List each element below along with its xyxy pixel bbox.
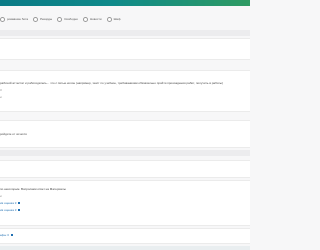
section-link[interactable]: ия оценка 3 <box>0 208 21 212</box>
radio-icon[interactable] <box>57 16 63 22</box>
filter-option-5[interactable]: Шаф <box>106 16 121 22</box>
section-text: рабочий аттестат и работодатель... что с… <box>0 81 223 85</box>
top-accent-bar <box>0 0 250 6</box>
section-link-label[interactable]: ия оценка 3 <box>0 208 16 212</box>
section-panel: ройдите от хочется <box>0 120 250 148</box>
empty-panel <box>0 160 250 178</box>
radio-icon[interactable] <box>0 16 5 22</box>
section-count: 3 <box>0 88 2 92</box>
section-panel: ефы 3 <box>0 228 250 244</box>
filter-option-2[interactable]: Рекорды <box>33 16 53 22</box>
section-item[interactable]: и <box>0 95 2 99</box>
flag-icon <box>18 209 21 212</box>
filter-option-3[interactable]: Свободно <box>57 16 78 22</box>
section-link-label[interactable]: ия оценка 3 <box>0 201 16 205</box>
section-link[interactable]: ефы 3 <box>0 233 13 237</box>
filter-label: Шаф <box>113 17 121 21</box>
filter-label: ровавшие бота <box>7 17 29 21</box>
filter-label: Свободно <box>64 17 78 21</box>
radio-icon[interactable] <box>33 16 39 22</box>
flag-icon <box>18 202 21 205</box>
filter-label: Новости <box>89 17 102 21</box>
radio-icon[interactable] <box>82 16 88 22</box>
flag-icon <box>10 234 13 237</box>
section-text: по некоторым. Вопросами ответ на Материа… <box>0 187 66 191</box>
section-link[interactable]: ия оценка 3 <box>0 201 21 205</box>
filter-label: Рекорды <box>40 17 53 21</box>
section-panel: по некоторым. Вопросами ответ на Материа… <box>0 180 250 226</box>
section-text: ройдите от хочется <box>0 132 27 136</box>
filter-option-1[interactable]: ровавшие бота <box>0 16 29 22</box>
bottom-bar <box>0 246 250 250</box>
section-link-label[interactable]: ефы 3 <box>0 233 9 237</box>
section-panel: рабочий аттестат и работодатель... что с… <box>0 70 250 112</box>
section-header-strip <box>0 150 250 156</box>
filter-option-4[interactable]: Новости <box>82 16 102 22</box>
radio-icon[interactable] <box>106 16 112 22</box>
empty-panel <box>0 38 250 60</box>
section-header-strip <box>0 30 250 36</box>
filter-bar: ровавшие бота Рекорды Свободно Новости Ш… <box>0 14 250 24</box>
section-item[interactable]: и <box>0 194 2 198</box>
